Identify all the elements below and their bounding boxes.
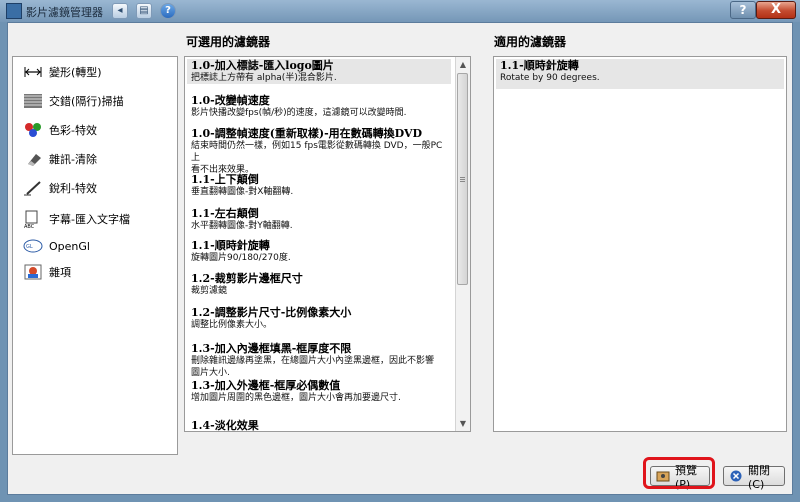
filter-item[interactable]: 1.3-加入內邊框填黑-框厚度不限 刪除雜訊邊緣再塗黑，在總圖片大小內塗黑邊框，因… <box>187 342 451 379</box>
filter-title: 1.1-左右顛倒 <box>191 207 259 220</box>
category-noise[interactable]: 雜訊-清除 <box>23 149 97 169</box>
filter-title: 1.0-調整幀速度(重新取樣)-用在數碼轉換DVD <box>191 127 423 140</box>
window-title: 影片濾鏡管理器 <box>26 6 103 19</box>
category-misc[interactable]: 雜項 <box>23 262 71 282</box>
filter-desc: 結束時間仍然一樣，例如15 fps電影從數碼轉換 DVD，一般PC上 <box>191 141 443 163</box>
quick-help-icon[interactable]: ? <box>160 3 176 19</box>
filter-item[interactable]: 1.2-調整影片尺寸-比例像素大小 調整比例像素大小。 <box>187 306 451 331</box>
filter-title: 1.2-調整影片尺寸-比例像素大小 <box>191 306 352 319</box>
filter-desc: 垂直翻轉圖像-對X軸翻轉. <box>191 187 294 197</box>
close-circle-icon <box>729 470 743 482</box>
filter-title: 1.4-淡化效果 <box>191 419 259 432</box>
quick-save-icon[interactable]: ▤ <box>136 3 152 19</box>
pen-icon <box>23 180 43 196</box>
scrollbar-thumb[interactable] <box>457 73 468 285</box>
category-label: 銳利-特效 <box>49 182 97 195</box>
preview-highlight-box <box>643 457 715 489</box>
filter-desc: 刪除雜訊邊緣再塗黑，在總圖片大小內塗黑邊框，因此不影響 <box>191 356 435 366</box>
filter-desc: 旋轉圖片90/180/270度. <box>191 253 291 263</box>
filter-item[interactable]: 1.0-改變幀速度 影片快播改變fps(幀/秒)的速度，這濾鏡可以改變時間. <box>187 94 451 119</box>
category-label: 雜項 <box>49 266 71 279</box>
category-sharpen[interactable]: 銳利-特效 <box>23 178 97 198</box>
filter-item[interactable]: 1.1-左右顛倒 水平翻轉圖像-對Y軸翻轉. <box>187 207 451 232</box>
filter-title: 1.3-加入內邊框填黑-框厚度不限 <box>191 342 352 355</box>
filter-desc: 水平翻轉圖像-對Y軸翻轉. <box>191 221 293 231</box>
filter-item[interactable]: 1.4-淡化效果 <box>187 419 451 432</box>
available-filters-list: 1.0-加入標誌-匯入logo圖片 把標誌上方帶有 alpha(半)混合影片. 1.… <box>184 56 471 432</box>
filter-item[interactable]: 1.2-裁剪影片邊框尺寸 裁剪濾鏡 <box>187 272 451 297</box>
window-close-button[interactable]: X <box>756 1 796 19</box>
vertical-scrollbar[interactable]: ▲ ▼ <box>455 57 470 431</box>
app-window: 影片濾鏡管理器 ◂ ▤ ? ? X 可選用的濾鏡器 適用的濾鏡器 變形(轉型) … <box>0 0 800 502</box>
filter-desc: 裁剪濾鏡 <box>191 286 228 296</box>
applied-filters-header: 適用的濾鏡器 <box>494 35 567 49</box>
subtitle-icon: ABC <box>23 209 43 230</box>
category-list: 變形(轉型) 交錯(隔行)掃描 色彩-特效 雜訊-清除 銳利-特效 ABC 字幕… <box>12 56 178 455</box>
filter-desc: 把標誌上方帶有 alpha(半)混合影片. <box>191 73 337 83</box>
quick-back-icon[interactable]: ◂ <box>112 3 128 19</box>
filter-item[interactable]: 1.1-順時針旋轉 旋轉圖片90/180/270度. <box>187 239 451 264</box>
app-icon <box>6 3 22 19</box>
svg-text:ABC: ABC <box>24 224 35 229</box>
filter-desc: 影片快播改變fps(幀/秒)的速度，這濾鏡可以改變時間. <box>191 108 407 118</box>
applied-filter-title: 1.1-順時針旋轉 <box>500 59 579 72</box>
filter-title: 1.1-順時針旋轉 <box>191 239 270 252</box>
dialog-body: 可選用的濾鏡器 適用的濾鏡器 變形(轉型) 交錯(隔行)掃描 色彩-特效 雜訊-… <box>7 22 793 495</box>
filter-item[interactable]: 1.3-加入外邊框-框厚必偶數值 增加圖片周圍的黑色邊框，圖片大小會再加要邊尺寸. <box>187 379 451 404</box>
applied-filter-item[interactable]: 1.1-順時針旋轉 Rotate by 90 degrees. <box>496 59 784 89</box>
category-label: 字幕-匯入文字檔 <box>49 213 130 226</box>
filter-item[interactable]: 1.0-加入標誌-匯入logo圖片 把標誌上方帶有 alpha(半)混合影片. <box>187 59 451 84</box>
available-filters-header: 可選用的濾鏡器 <box>186 35 271 49</box>
scroll-down-arrow-icon[interactable]: ▼ <box>456 416 470 431</box>
close-label: 關閉(C) <box>748 463 770 491</box>
close-button[interactable]: 關閉(C) <box>723 464 785 491</box>
filter-title: 1.3-加入外邊框-框厚必偶數值 <box>191 379 341 392</box>
category-color[interactable]: 色彩-特效 <box>23 120 97 140</box>
category-opengl[interactable]: GL OpenGl <box>23 236 90 256</box>
scroll-up-arrow-icon[interactable]: ▲ <box>456 57 470 72</box>
filter-title: 1.0-加入標誌-匯入logo圖片 <box>191 59 334 72</box>
category-label: 色彩-特效 <box>49 124 97 137</box>
category-subtitle[interactable]: ABC 字幕-匯入文字檔 <box>23 207 130 231</box>
color-balls-icon <box>23 122 43 138</box>
filter-desc: 圖片大小. <box>191 368 230 378</box>
applied-filters-list: 1.1-順時針旋轉 Rotate by 90 degrees. <box>493 56 787 432</box>
category-transform[interactable]: 變形(轉型) <box>23 62 102 82</box>
applied-filter-desc: Rotate by 90 degrees. <box>500 73 600 83</box>
filter-title: 1.2-裁剪影片邊框尺寸 <box>191 272 303 285</box>
filter-desc: 調整比例像素大小。 <box>191 320 273 330</box>
arrows-icon <box>23 64 43 80</box>
filter-desc: 增加圖片周圍的黑色邊框，圖片大小會再加要邊尺寸. <box>191 393 401 403</box>
svg-text:GL: GL <box>26 244 33 250</box>
eraser-icon <box>23 151 43 167</box>
filter-item[interactable]: 1.0-調整幀速度(重新取樣)-用在數碼轉換DVD 結束時間仍然一樣，例如15 f… <box>187 127 451 176</box>
category-label: 交錯(隔行)掃描 <box>49 95 124 108</box>
interlace-icon <box>23 93 43 109</box>
category-label: OpenGl <box>49 239 90 253</box>
category-label: 雜訊-清除 <box>49 153 97 166</box>
title-bar: 影片濾鏡管理器 ◂ ▤ ? ? X <box>0 0 800 22</box>
filter-item[interactable]: 1.1-上下顛倒 垂直翻轉圖像-對X軸翻轉. <box>187 173 451 198</box>
misc-icon <box>23 264 43 280</box>
category-interlace[interactable]: 交錯(隔行)掃描 <box>23 91 124 111</box>
filter-title: 1.0-改變幀速度 <box>191 94 270 107</box>
opengl-icon: GL <box>23 238 43 254</box>
category-label: 變形(轉型) <box>49 66 102 79</box>
help-button[interactable]: ? <box>730 1 756 19</box>
filter-title: 1.1-上下顛倒 <box>191 173 259 186</box>
